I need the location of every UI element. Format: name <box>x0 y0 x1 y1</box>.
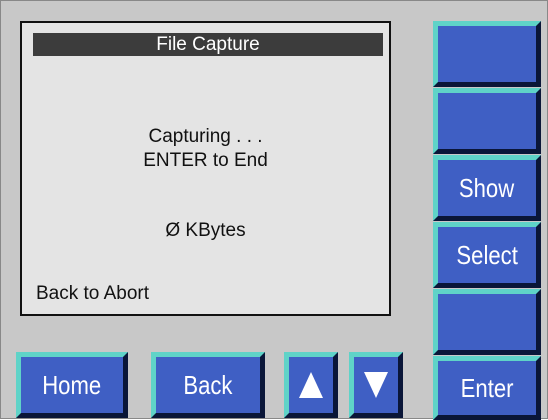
select-button-label: Select <box>456 239 518 270</box>
home-button-label: Home <box>42 369 102 400</box>
enter-button[interactable]: Enter <box>433 356 541 420</box>
enter-to-end-hint: ENTER to End <box>143 150 268 171</box>
back-button-label: Back <box>183 369 233 400</box>
lcd-screen: File Capture Capturing . . . ENTER to En… <box>20 21 391 316</box>
side-button-5[interactable] <box>433 289 541 355</box>
up-arrow-icon <box>299 372 323 398</box>
side-button-2[interactable] <box>433 88 541 154</box>
side-button-1[interactable] <box>433 21 541 87</box>
show-button-label: Show <box>459 172 515 203</box>
back-button[interactable]: Back <box>151 352 265 418</box>
show-button[interactable]: Show <box>433 155 541 221</box>
enter-button-label: Enter <box>460 372 514 403</box>
select-button[interactable]: Select <box>433 222 541 288</box>
capturing-status: Capturing . . . <box>148 126 263 147</box>
home-button[interactable]: Home <box>16 352 128 418</box>
up-button[interactable] <box>284 352 338 418</box>
kbytes-counter: Ø KBytes <box>165 220 246 241</box>
screen-title: File Capture <box>33 33 383 56</box>
down-button[interactable] <box>349 352 403 418</box>
down-arrow-icon <box>364 372 388 398</box>
back-to-abort-hint: Back to Abort <box>36 283 150 304</box>
device-panel: File Capture Capturing . . . ENTER to En… <box>0 0 548 420</box>
